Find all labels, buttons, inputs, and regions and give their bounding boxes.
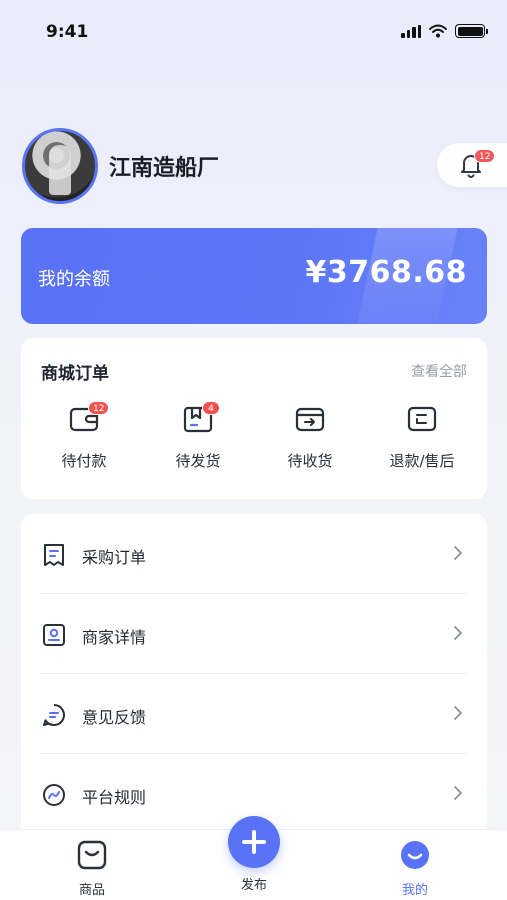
balance-label: 我的余额: [38, 269, 110, 290]
rules-icon: [43, 784, 65, 806]
view-all-orders-link[interactable]: 查看全部: [411, 361, 467, 381]
status-icons: [401, 24, 488, 38]
balance-value: ¥3768.68: [305, 255, 467, 290]
tab-goods[interactable]: 商品: [52, 838, 132, 898]
receive-icon: [295, 407, 325, 432]
order-status-pending-shipment[interactable]: 4 待发货: [143, 401, 253, 471]
menu-item-merchant-details[interactable]: 商家详情: [41, 594, 467, 674]
chevron-right-icon: [454, 706, 462, 720]
tab-mine[interactable]: 我的: [375, 838, 455, 898]
chevron-right-icon: [454, 786, 462, 800]
cellular-signal-icon: [401, 24, 421, 38]
publish-button[interactable]: [228, 816, 280, 868]
status-time: 9:41: [46, 22, 89, 42]
orders-title: 商城订单: [41, 364, 109, 384]
order-status-label: 待收货: [287, 452, 333, 470]
menu-item-purchase-orders[interactable]: 采购订单: [41, 514, 467, 594]
menu-item-label: 采购订单: [82, 548, 147, 567]
battery-icon: [455, 24, 488, 38]
menu-list: 采购订单 商家详情 意见反馈 平台规则: [21, 514, 487, 854]
order-status-label: 待付款: [61, 452, 107, 470]
menu-item-label: 意见反馈: [82, 708, 147, 727]
purchase-order-icon: [44, 544, 64, 566]
tab-label: 我的: [401, 883, 428, 898]
order-status-label: 待发货: [175, 452, 221, 470]
order-badge: 4: [202, 401, 220, 415]
order-status-pending-receipt[interactable]: 待收货: [255, 402, 365, 471]
menu-item-feedback[interactable]: 意见反馈: [41, 674, 467, 754]
profile-header: 江南造船厂: [22, 128, 219, 204]
order-badge: 12: [88, 401, 110, 415]
publish-label: 发布: [240, 878, 267, 893]
menu-item-label: 商家详情: [82, 628, 147, 647]
tab-label: 商品: [78, 883, 105, 898]
avatar[interactable]: [22, 128, 98, 204]
mine-icon: [401, 841, 429, 869]
refund-icon: [407, 406, 437, 432]
order-status-refund[interactable]: 退款/售后: [367, 402, 477, 471]
profile-name: 江南造船厂: [109, 156, 220, 181]
status-bar: 9:41: [0, 0, 507, 64]
menu-item-label: 平台规则: [82, 788, 147, 807]
order-status-pending-payment[interactable]: 12 待付款: [29, 401, 139, 471]
chevron-right-icon: [454, 546, 462, 560]
notification-badge: 12: [474, 149, 496, 163]
balance-card[interactable]: 我的余额 ¥3768.68: [21, 228, 487, 324]
order-status-label: 退款/售后: [389, 452, 455, 470]
chevron-right-icon: [454, 626, 462, 640]
goods-icon: [77, 840, 107, 870]
mall-orders-card: 商城订单 查看全部 12 待付款 4 待发货 待收货 退款/售后: [21, 338, 487, 499]
notification-button[interactable]: 12: [437, 143, 507, 187]
wifi-icon: [429, 24, 447, 38]
merchant-icon: [43, 624, 65, 646]
feedback-icon: [43, 704, 65, 726]
